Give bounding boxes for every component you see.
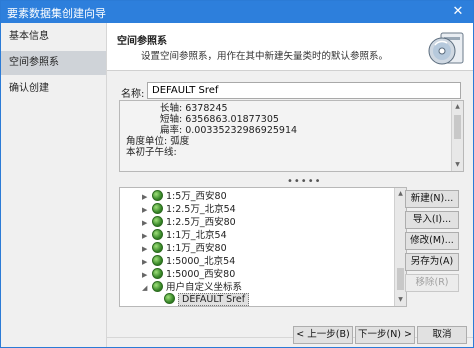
globe-icon <box>152 268 163 279</box>
tree-item[interactable]: ▶ 1:1万_北京54 <box>142 229 227 242</box>
globe-icon <box>152 242 163 253</box>
info-row-minor-axis: 短轴: 6356863.01877305 <box>160 114 279 125</box>
save-as-button[interactable]: 另存为(A) <box>405 253 459 271</box>
new-button[interactable]: 新建(N)... <box>405 190 459 208</box>
name-label: 名称: <box>121 89 145 100</box>
tree-item[interactable]: ▶ 1:2.5万_西安80 <box>142 216 236 229</box>
globe-icon <box>152 216 163 227</box>
step-description: 设置空间参照系，用作在其中新建矢量类时的默认参照系。 <box>141 51 389 62</box>
globe-icon <box>152 229 163 240</box>
step-title: 空间参照系 <box>117 36 167 47</box>
globe-icon <box>152 190 163 201</box>
globe-icon <box>152 203 163 214</box>
info-row-major-axis: 长轴: 6378245 <box>160 103 228 114</box>
tree-item[interactable]: ▶ 1:2.5万_北京54 <box>142 203 236 216</box>
wizard-steps-sidebar: 基本信息 空间参照系 确认创建 <box>1 23 107 347</box>
sidebar-item-confirm-create[interactable]: 确认创建 <box>1 77 106 101</box>
wizard-window: 要素数据集创建向导 ✕ 基本信息 空间参照系 确认创建 空间参照系 设置空间参照… <box>0 0 474 348</box>
scroll-up-icon[interactable]: ▲ <box>452 101 463 113</box>
splitter-handle[interactable]: ••••• <box>287 176 322 187</box>
sidebar-item-basic-info[interactable]: 基本信息 <box>1 25 106 49</box>
info-row-angle-unit: 角度单位: 弧度 <box>126 136 190 147</box>
import-button[interactable]: 导入(I)... <box>405 211 459 229</box>
globe-icon <box>152 255 163 266</box>
next-button[interactable]: 下一步(N) > <box>355 326 415 344</box>
next-arrow-icon: > <box>401 329 412 340</box>
remove-button[interactable]: 移除(R) <box>405 274 459 292</box>
close-icon[interactable]: ✕ <box>443 1 473 23</box>
cancel-button[interactable]: 取消 <box>417 326 467 344</box>
scroll-thumb[interactable] <box>454 115 461 139</box>
sidebar-item-spatial-reference[interactable]: 空间参照系 <box>1 51 106 75</box>
globe-icon <box>164 293 175 304</box>
collapse-arrow-icon[interactable]: ◢ <box>142 282 152 295</box>
prev-arrow-icon: < <box>296 329 308 340</box>
name-input[interactable] <box>147 82 461 99</box>
tree-item[interactable]: ▶ 1:5000_北京54 <box>142 255 235 268</box>
tree-item[interactable]: ▶ 1:5万_西安80 <box>142 190 227 203</box>
window-title: 要素数据集创建向导 <box>7 7 106 20</box>
scroll-down-icon[interactable]: ▼ <box>395 294 406 306</box>
info-row-prime-meridian: 本初子午线: <box>126 147 177 158</box>
spatial-reference-info: 长轴: 6378245 短轴: 6356863.01877305 扁率: 0.0… <box>119 100 464 172</box>
wizard-content: 空间参照系 设置空间参照系，用作在其中新建矢量类时的默认参照系。 名称: 长轴:… <box>107 23 473 347</box>
globe-icon <box>152 281 163 292</box>
prev-button[interactable]: < 上一步(B) <box>293 326 353 344</box>
tree-item-selected[interactable]: DEFAULT Sref <box>164 293 250 306</box>
tree-item[interactable]: ▶ 1:5000_西安80 <box>142 268 235 281</box>
info-scrollbar[interactable]: ▲ ▼ <box>451 101 463 171</box>
coordinate-system-tree: ▶ 1:5万_西安80 ▶ 1:2.5万_北京54 ▶ 1:2.5万_西安80 ▶ 1:… <box>119 187 407 307</box>
tree-item[interactable]: ▶ 1:1万_西安80 <box>142 242 227 255</box>
scroll-down-icon[interactable]: ▼ <box>452 159 463 171</box>
scroll-thumb[interactable] <box>397 268 404 290</box>
step-header: 空间参照系 设置空间参照系，用作在其中新建矢量类时的默认参照系。 <box>107 23 473 71</box>
info-row-flattening: 扁率: 0.00335232986925914 <box>160 125 298 136</box>
cd-disc-icon <box>428 32 464 65</box>
modify-button[interactable]: 修改(M)... <box>405 232 459 250</box>
title-bar: 要素数据集创建向导 ✕ <box>1 1 473 23</box>
